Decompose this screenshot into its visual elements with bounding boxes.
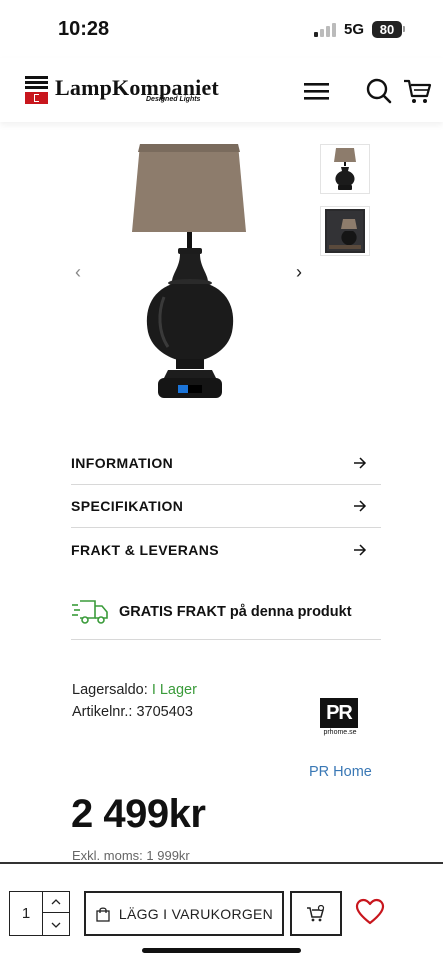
gallery-prev-button[interactable]: ‹ [75, 262, 81, 283]
price-ex-vat: Exkl. moms: 1 999kr [72, 848, 190, 863]
shopping-bag-icon [96, 906, 110, 922]
wishlist-heart-icon[interactable] [355, 898, 385, 926]
chevron-down-icon [51, 922, 61, 928]
chevron-up-icon [51, 899, 61, 905]
quantity-input[interactable]: 1 [10, 892, 43, 935]
quick-buy-button[interactable] [290, 891, 342, 936]
arrow-right-icon [354, 543, 367, 556]
product-price: 2 499kr [71, 792, 206, 836]
manufacturer-logo-url: prhome.se [323, 729, 357, 736]
manufacturer-logo-mark: PR [320, 698, 358, 728]
accordion-label: INFORMATION [71, 455, 174, 471]
manufacturer-link[interactable]: PR Home [309, 764, 372, 780]
battery-icon: 80 [372, 21, 402, 38]
accordion-label: FRAKT & LEVERANS [71, 541, 219, 558]
cart-icon[interactable] [402, 76, 432, 106]
quantity-increase-button[interactable] [43, 892, 69, 913]
accordion-item-information[interactable]: INFORMATION [71, 442, 381, 485]
search-icon[interactable] [364, 76, 394, 106]
logo-mark-icon [25, 76, 48, 104]
gallery-thumbnail[interactable] [320, 144, 370, 194]
menu-icon[interactable] [302, 76, 332, 106]
stock-info: Lagersaldo: I Lager Artikelnr.: 3705403 [72, 679, 197, 723]
add-to-cart-label: LÄGG I VARUKORGEN [118, 905, 274, 922]
accordion-item-specifikation[interactable]: SPECIFIKATION [71, 485, 381, 528]
product-main-image[interactable] [128, 142, 252, 404]
arrow-right-icon [354, 457, 367, 469]
stock-label: Lagersaldo: [72, 682, 148, 698]
status-time: 10:28 [58, 18, 110, 40]
cart-add-icon [307, 904, 325, 921]
quantity-stepper: 1 [9, 891, 70, 936]
purchase-bar: 1 LÄGG I VARUKORGEN [0, 862, 443, 960]
article-number: 3705403 [136, 704, 193, 720]
manufacturer-logo[interactable]: PR prhome.se [320, 698, 360, 736]
free-shipping-notice: GRATIS FRAKT på denna produkt [71, 585, 381, 640]
add-to-cart-button[interactable]: LÄGG I VARUKORGEN [84, 891, 284, 936]
network-label: 5G [344, 21, 365, 38]
stock-row: Lagersaldo: I Lager [72, 679, 197, 701]
stock-status: I Lager [151, 682, 197, 698]
arrow-right-icon [354, 500, 367, 512]
delivery-truck-icon [72, 600, 108, 624]
free-shipping-label: GRATIS FRAKT på denna produkt [119, 604, 352, 620]
accordion-label: SPECIFIKATION [71, 498, 184, 514]
quantity-decrease-button[interactable] [43, 914, 69, 935]
battery-tip [403, 26, 405, 32]
signal-icon [314, 23, 338, 37]
product-gallery: ‹ › [0, 122, 443, 432]
article-label: Artikelnr.: [72, 704, 133, 720]
status-bar: 10:28 5G 80 [0, 0, 443, 58]
brand-tagline: Designed Lights [146, 96, 201, 103]
accordion-item-frakt-leverans[interactable]: FRAKT & LEVERANS [71, 528, 381, 571]
site-header: LampKompaniet Designed Lights [0, 58, 443, 122]
product-accordion: INFORMATION SPECIFIKATION FRAKT & LEVERA… [71, 442, 381, 571]
home-indicator [142, 948, 301, 953]
article-row: Artikelnr.: 3705403 [72, 701, 197, 723]
gallery-next-button[interactable]: › [296, 262, 302, 283]
gallery-thumbnail[interactable] [320, 206, 370, 256]
